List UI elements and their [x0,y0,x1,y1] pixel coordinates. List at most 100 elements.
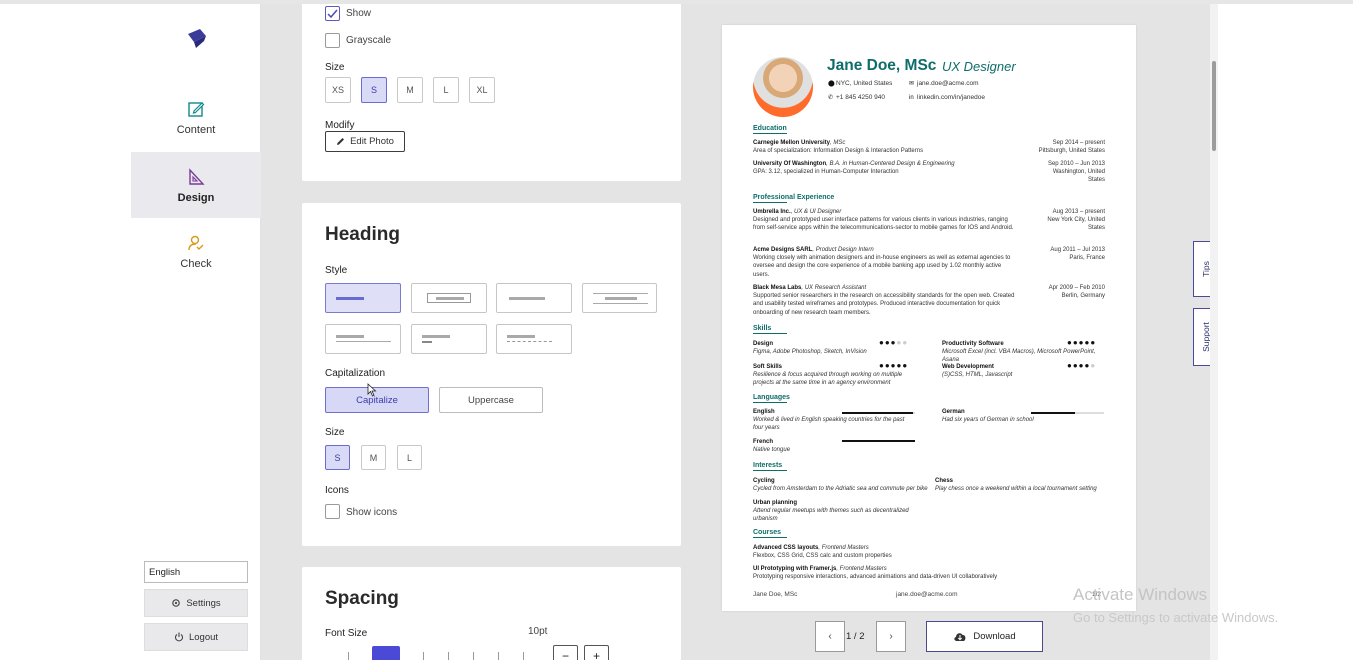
resume-course-entry: UI Prototyping with Framer.js, Frontend … [753,566,998,581]
sidebar-item-check[interactable]: Check [131,234,261,300]
heading-style-option-1[interactable] [325,283,401,313]
resume-education-date: Sep 2014 – present Pittsburgh, United Sta… [1038,140,1105,155]
show-icons-checkbox[interactable] [325,504,340,519]
resume-builder-app: Content Design Check English Settings Lo… [131,4,1218,660]
location-pin-icon: ⬤ [828,81,835,87]
resume-experience-date: Aug 2011 – Jul 2013 Paris, France [1050,247,1105,262]
resume-preview: Jane Doe, MSc UX Designer ⬤NYC, United S… [722,25,1136,611]
heading-style-option-7[interactable] [496,324,572,354]
edit-photo-label: Edit Photo [350,136,394,147]
resume-footer-name: Jane Doe, MSc [753,591,798,598]
resume-section-experience: Professional Experience [753,194,835,201]
pencil-icon [337,138,345,145]
photo-size-l-button[interactable]: L [433,77,459,103]
page-indicator: 1 / 2 [846,631,865,642]
photo-size-xs-button[interactable]: XS [325,77,351,103]
page-right-margin [1218,4,1353,660]
scrollbar-thumb[interactable] [1212,61,1216,151]
resume-role: UX Designer [942,59,1016,74]
heading-style-option-6[interactable] [411,324,487,354]
resume-experience-entry: Acme Designs SARL, Product Design Intern… [753,247,1011,278]
skill-level-dots: ●●●●● [879,338,909,347]
resume-education-entry: Carnegie Mellon University, MSc Area of … [753,140,924,155]
grayscale-checkbox[interactable] [325,33,340,48]
font-size-increase-button[interactable]: + [584,645,609,660]
resume-skill-entry: Design Figma, Adobe Photoshop, Sketch, In… [753,341,867,356]
sidebar-item-label: Design [177,192,215,204]
tips-tab-label: Tips [1200,261,1211,277]
capitalization-label: Capitalization [325,368,386,379]
resume-education-date: Sep 2010 – Jun 2013 Washington, United St… [1047,161,1105,184]
spacing-settings-card: Spacing Font Size 10pt − + [302,567,681,660]
previous-page-button[interactable]: ‹ [815,621,845,652]
font-size-decrease-button[interactable]: − [553,645,578,660]
next-page-button[interactable]: › [876,621,906,652]
linkedin-icon: in [909,95,914,101]
resume-location: ⬤NYC, United States [828,80,893,87]
chevron-right-icon: › [889,631,893,642]
app-logo-icon[interactable] [185,28,207,50]
resume-linkedin: in linkedin.com/in/janedoe [909,94,985,101]
download-button[interactable]: Download [926,621,1043,652]
sidebar-item-label: Content [176,124,216,136]
language-level-bar [842,412,915,414]
show-photo-checkbox[interactable] [325,6,340,21]
sidebar-item-design[interactable]: Design [131,152,261,218]
font-size-label: Font Size [325,628,368,639]
heading-style-option-4[interactable] [582,283,657,313]
resume-interest-entry: Cycling Cycled from Amsterdam to the Adri… [753,478,928,493]
skill-level-dots: ●●●●● [879,361,909,370]
resume-course-entry: Advanced CSS layouts, Frontend Masters F… [753,545,892,560]
heading-size-l-button[interactable]: L [397,445,422,470]
mouse-cursor-icon [367,383,377,397]
heading-style-option-2[interactable] [411,283,487,313]
resume-section-languages: Languages [753,394,790,401]
phone-icon: ✆ [828,95,834,101]
resume-experience-entry: Black Mesa Labs, UX Research Assistant S… [753,285,1015,316]
edit-photo-button[interactable]: Edit Photo [325,131,405,152]
language-level-bar [1031,412,1104,414]
photo-size-label: Size [325,62,345,73]
capitalize-button[interactable]: Capitalize [325,387,429,413]
heading-card-title: Heading [325,224,400,245]
check-icon [327,9,338,19]
power-icon [174,632,183,642]
uppercase-button[interactable]: Uppercase [439,387,543,413]
heading-settings-card: Heading Style Capitalization Capitalize … [302,203,681,546]
font-size-slider[interactable] [325,646,545,660]
skill-level-dots: ●●●●● [1067,338,1097,347]
grayscale-label: Grayscale [346,35,392,46]
settings-button[interactable]: Settings [144,589,248,617]
mail-icon: ✉ [909,81,915,87]
resume-language-entry: German Had six years of German in school [942,409,1034,424]
skill-level-dots: ●●●●● [1067,361,1097,370]
photo-size-m-button[interactable]: M [397,77,423,103]
resume-phone: ✆ +1 845 4250 940 [828,94,885,101]
resume-interest-entry: Chess Play chess once a weekend within a … [935,478,1097,493]
gear-icon [172,599,181,607]
resume-section-interests: Interests [753,462,787,471]
heading-style-option-5[interactable] [325,324,401,354]
resume-experience-entry: Umbrella Inc., UX & UI Designer Designed… [753,209,1014,232]
edit-icon [188,102,205,117]
heading-size-s-button[interactable]: S [325,445,350,470]
logout-button[interactable]: Logout [144,623,248,651]
resume-footer-email: jane.doe@acme.com [896,591,958,598]
resume-photo [753,57,813,117]
language-select[interactable]: English [144,561,248,583]
resume-experience-date: Aug 2013 – present New York City, United … [1047,209,1105,232]
font-size-slider-thumb[interactable] [372,646,400,660]
heading-size-label: Size [325,427,345,438]
show-photo-label: Show [346,8,372,19]
download-label: Download [973,631,1016,642]
resume-education-entry: University Of Washington, B.A. in Human-… [753,161,955,176]
resume-skill-entry: Web Development (S)CSS, HTML, Javascript [942,364,1013,379]
photo-size-xl-button[interactable]: XL [469,77,495,103]
modify-label: Modify [325,120,355,131]
icons-label: Icons [325,485,349,496]
language-level-bar [842,440,915,442]
heading-size-m-button[interactable]: M [361,445,386,470]
windows-activation-subtitle: Go to Settings to activate Windows. [1073,610,1279,625]
heading-style-option-3[interactable] [496,283,572,313]
photo-size-s-button[interactable]: S [361,77,387,103]
